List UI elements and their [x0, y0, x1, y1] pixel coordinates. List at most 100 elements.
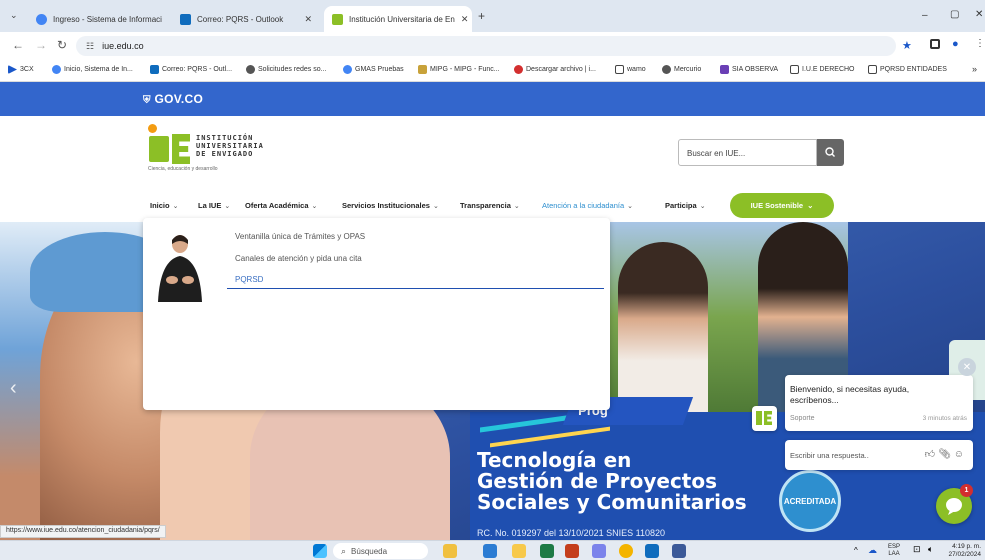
- cloud-icon[interactable]: ☁: [868, 545, 877, 556]
- bookmark-item[interactable]: GMAS Pruebas: [343, 65, 404, 74]
- chat-message-text: Bienvenido, si necesitas ayuda, escríben…: [790, 384, 910, 405]
- bookmark-label: MIPG - MIPG - Func...: [430, 66, 500, 73]
- app-icon[interactable]: [672, 544, 686, 558]
- bookmark-item[interactable]: Inicio, Sistema de In...: [52, 65, 133, 74]
- volume-icon[interactable]: 🔈︎: [928, 544, 933, 555]
- dropdown-item-ventanilla[interactable]: Ventanilla única de Trámites y OPAS: [235, 232, 365, 241]
- bookmark-item[interactable]: Correo: PQRS - Outl...: [150, 65, 232, 74]
- bookmark-item[interactable]: wamo: [615, 65, 646, 74]
- menu-icon[interactable]: ⋮: [975, 38, 985, 49]
- site-search: Buscar en IUE...: [678, 139, 844, 166]
- chat-input-icons: 👍︎📎︎☺: [925, 448, 967, 460]
- outlook-icon[interactable]: [645, 544, 659, 558]
- tab-list-icon[interactable]: ⌄: [10, 10, 18, 21]
- site-info-icon[interactable]: ☷: [86, 41, 94, 52]
- windows-start-icon[interactable]: [313, 544, 327, 558]
- tab-outlook[interactable]: Correo: PQRS - Outlook ✕: [172, 6, 320, 32]
- bookmarks-bar: 3CX Inicio, Sistema de In... Correo: PQR…: [0, 60, 985, 82]
- minimize-button[interactable]: –: [922, 10, 928, 21]
- search-icon: [825, 147, 835, 157]
- chevron-up-icon[interactable]: ^: [854, 546, 858, 555]
- bookmark-label: Descargar archivo | i...: [526, 66, 596, 73]
- back-icon[interactable]: ←: [12, 38, 24, 52]
- thumbs-up-icon[interactable]: 👍︎: [925, 449, 938, 460]
- bookmark-item[interactable]: Mercurio: [662, 65, 701, 74]
- bookmark-item[interactable]: Solicitudes redes so...: [246, 65, 326, 74]
- folder-icon: [790, 65, 799, 74]
- search-button[interactable]: [817, 139, 844, 166]
- hero-title-line: Tecnología en: [477, 448, 632, 472]
- profile-icon[interactable]: ●: [952, 38, 959, 50]
- network-icon[interactable]: ⊡: [913, 544, 921, 555]
- google-icon: [52, 65, 61, 74]
- active-item-underline: [227, 288, 604, 289]
- menu-label: La IUE: [198, 201, 222, 210]
- chat-message[interactable]: Bienvenido, si necesitas ayuda, escríben…: [785, 375, 973, 431]
- more-bookmarks-icon[interactable]: »: [972, 64, 977, 74]
- powerpoint-icon[interactable]: [565, 544, 579, 558]
- gov-logo[interactable]: ⛨ GOV.CO: [143, 92, 203, 106]
- reload-icon[interactable]: ↻: [57, 38, 67, 52]
- clock[interactable]: 4:19 p. m. 27/02/2024: [948, 543, 981, 559]
- taskbar-search[interactable]: ⌕ Búsqueda: [333, 543, 428, 559]
- teams-icon[interactable]: [592, 544, 606, 558]
- search-icon: ⌕: [341, 545, 347, 556]
- globe-icon: [662, 65, 671, 74]
- close-tab-icon[interactable]: ✕: [461, 14, 469, 25]
- maximize-button[interactable]: ▢: [950, 9, 959, 20]
- bookmark-item[interactable]: SIA OBSERVA: [720, 65, 778, 74]
- bookmark-label: I.U.E DERECHO: [802, 66, 855, 73]
- forward-icon[interactable]: →: [35, 38, 47, 52]
- iue-sostenible-button[interactable]: IUE Sostenible ⌄: [730, 193, 834, 218]
- chrome-icon[interactable]: [619, 544, 633, 558]
- excel-icon[interactable]: [540, 544, 554, 558]
- dropdown-item-canales[interactable]: Canales de atención y pida una cita: [235, 254, 362, 263]
- chat-input-placeholder: Escribir una respuesta..: [790, 451, 869, 460]
- menu-label: Transparencia: [460, 201, 511, 210]
- bookmark-item[interactable]: PQRSD ENTIDADES: [868, 65, 947, 74]
- widgets-icon[interactable]: [443, 544, 457, 558]
- close-tab-icon[interactable]: ✕: [304, 14, 312, 25]
- chat-reply-input[interactable]: Escribir una respuesta.. 👍︎📎︎☺: [785, 440, 973, 470]
- bookmark-item[interactable]: I.U.E DERECHO: [790, 65, 855, 74]
- chevron-down-icon: ⌄: [311, 202, 318, 210]
- sidepanel-icon[interactable]: [930, 39, 940, 49]
- folder-icon: [868, 65, 877, 74]
- bookmark-item[interactable]: MIPG - MIPG - Func...: [418, 65, 500, 74]
- search-input[interactable]: Buscar en IUE...: [678, 139, 817, 166]
- bookmark-star-icon[interactable]: ★: [902, 39, 912, 52]
- bookmark-item[interactable]: 3CX: [8, 65, 34, 74]
- menu-la-iue[interactable]: La IUE ⌄: [198, 201, 230, 210]
- site-header: INSTITUCIÓN UNIVERSITARIA DE ENVIGADO Ci…: [0, 116, 985, 222]
- chat-unread-badge: 1: [960, 484, 973, 497]
- menu-oferta[interactable]: Oferta Académica ⌄: [245, 201, 317, 210]
- menu-transparencia[interactable]: Transparencia ⌄: [460, 201, 520, 210]
- menu-inicio[interactable]: Inicio ⌄: [150, 201, 178, 210]
- bookmark-item[interactable]: Descargar archivo | i...: [514, 65, 596, 74]
- dropdown-item-pqrsd[interactable]: PQRSD: [235, 275, 263, 284]
- accreditation-seal: ACREDITADA: [779, 470, 841, 532]
- hero-title-line: Sociales y Comunitarios: [477, 490, 747, 514]
- file-explorer-icon[interactable]: [512, 544, 526, 558]
- chat-source: Soporte: [790, 415, 815, 422]
- chevron-down-icon: ⌄: [699, 202, 706, 210]
- iue-logo[interactable]: INSTITUCIÓN UNIVERSITARIA DE ENVIGADO Ci…: [148, 124, 268, 179]
- emoji-icon[interactable]: ☺: [954, 449, 967, 460]
- logo-line: DE ENVIGADO: [196, 150, 254, 158]
- close-window-button[interactable]: ✕: [975, 9, 983, 20]
- carousel-prev-icon[interactable]: ‹: [10, 377, 17, 400]
- chat-close-button[interactable]: ✕: [958, 358, 976, 376]
- new-tab-button[interactable]: +: [478, 9, 485, 23]
- menu-participa[interactable]: Participa ⌄: [665, 201, 706, 210]
- menu-servicios[interactable]: Servicios Institucionales ⌄: [342, 201, 439, 210]
- tab-ingreso[interactable]: Ingreso - Sistema de Informaci ✕: [28, 6, 168, 32]
- url-field[interactable]: ☷ iue.edu.co: [76, 36, 896, 56]
- attach-icon[interactable]: 📎︎: [938, 449, 954, 460]
- google-icon: [343, 65, 352, 74]
- seal-text: ACREDITADA: [783, 496, 837, 506]
- browser-tab-bar: ⌄ Ingreso - Sistema de Informaci ✕ Corre…: [0, 0, 985, 32]
- word-icon[interactable]: [483, 544, 497, 558]
- tab-iue[interactable]: Institución Universitaria de En ✕: [324, 6, 472, 32]
- menu-atencion[interactable]: Atención a la ciudadanía ⌄: [542, 201, 633, 210]
- language-indicator[interactable]: ESP LAA: [888, 544, 900, 558]
